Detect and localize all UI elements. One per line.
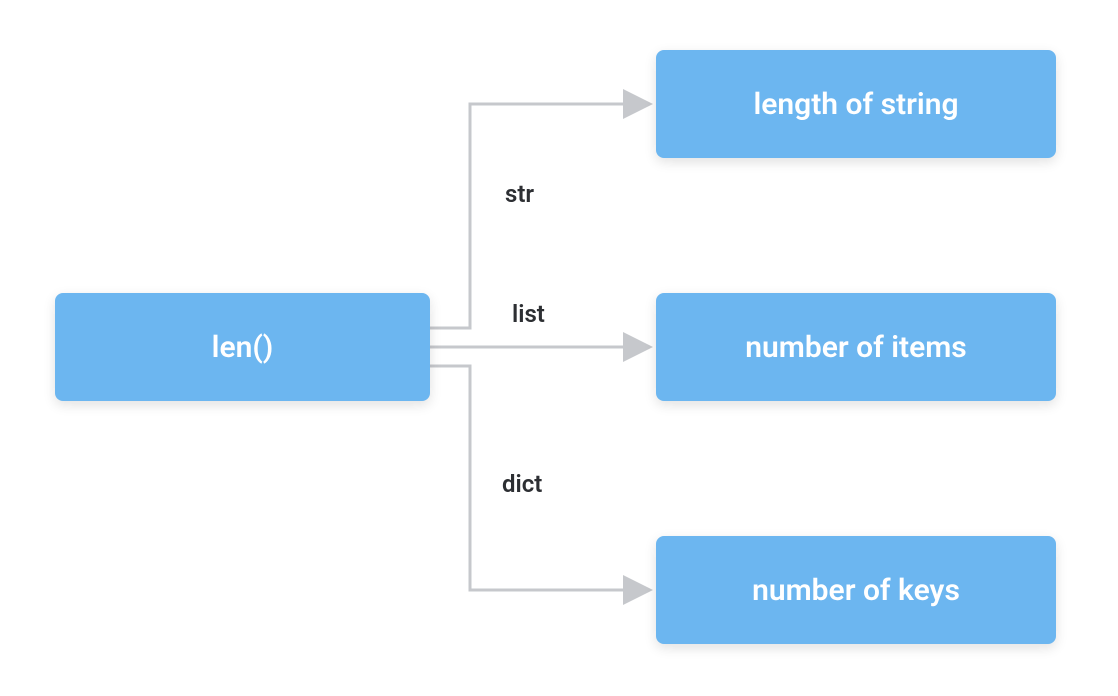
edge-label-str: str	[505, 180, 534, 208]
target-node-dict: number of keys	[656, 536, 1056, 644]
target-node-list: number of items	[656, 293, 1056, 401]
edge-label-list: list	[512, 300, 545, 328]
target-node-label: number of keys	[752, 573, 960, 608]
source-node-len: len()	[55, 293, 430, 401]
edge-label-dict: dict	[502, 470, 542, 498]
target-node-label: length of string	[753, 87, 958, 122]
target-node-label: number of items	[745, 330, 966, 365]
edge-str	[430, 104, 650, 328]
source-node-label: len()	[212, 330, 274, 365]
target-node-string: length of string	[656, 50, 1056, 158]
